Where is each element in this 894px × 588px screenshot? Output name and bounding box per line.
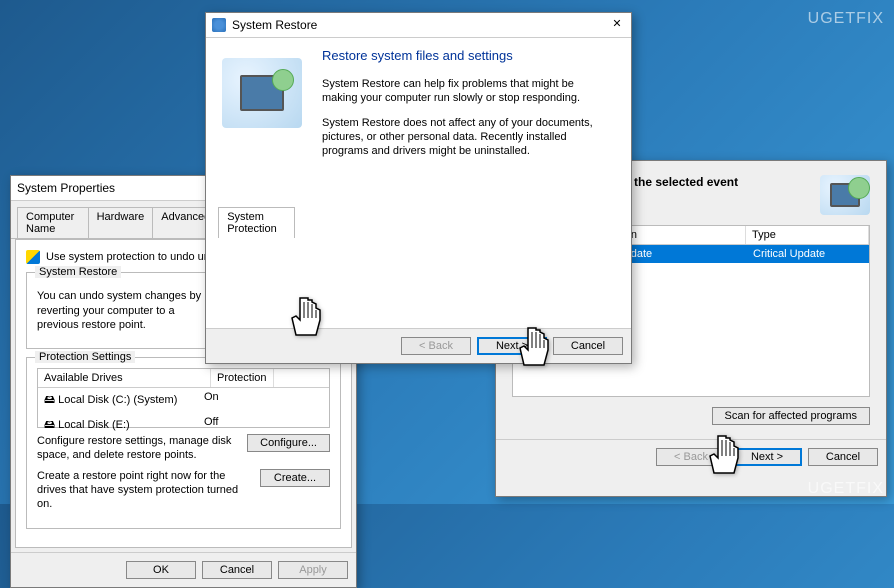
configure-button[interactable]: Configure... [247,434,330,452]
cancel-button[interactable]: Cancel [202,561,272,579]
titlebar: System Restore ✕ [206,13,631,38]
col-type[interactable]: Type [746,226,869,244]
wizard-text-1: System Restore can help fix problems tha… [322,77,611,106]
restore-icon [212,18,226,32]
tab-system-protection[interactable]: System Protection [218,207,295,238]
close-icon[interactable]: ✕ [609,17,625,33]
tab-hardware[interactable]: Hardware [88,207,154,238]
apply-button: Apply [278,561,348,579]
shield-icon [26,250,40,264]
back-button: < Back [656,448,726,466]
tab-computer-name[interactable]: Computer Name [17,207,89,238]
ok-button[interactable]: OK [126,561,196,579]
scan-affected-button[interactable]: Scan for affected programs [712,407,870,425]
next-button[interactable]: Next > [732,448,802,466]
drives-table[interactable]: Available Drives Protection 🖴 Local Disk… [37,368,330,428]
watermark: UGETFIX [808,480,884,498]
create-button[interactable]: Create... [260,469,330,487]
wizard-heading: Restore system files and settings [322,48,611,63]
system-restore-wizard: System Restore ✕ Restore system files an… [205,12,632,364]
cancel-button[interactable]: Cancel [808,448,878,466]
next-button[interactable]: Next > [477,337,547,355]
protection-settings-group: Protection Settings Available Drives Pro… [26,357,341,528]
watermark: UGETFIX [808,10,884,28]
cancel-button[interactable]: Cancel [553,337,623,355]
table-row[interactable]: 🖴 Local Disk (C:) (System)On [38,388,329,413]
window-title: System Restore [232,18,609,32]
wizard-text-2: System Restore does not affect any of yo… [322,116,611,159]
restore-illustration [222,58,302,128]
back-button: < Back [401,337,471,355]
